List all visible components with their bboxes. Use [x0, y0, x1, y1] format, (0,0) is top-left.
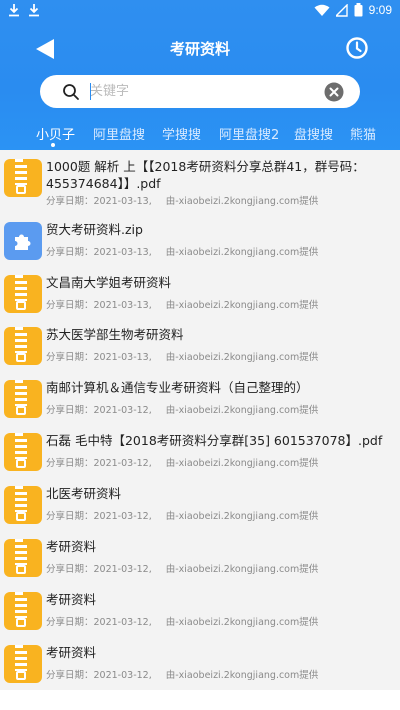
list-item[interactable]: 考研资料 分享日期：2021-03-12, 由-xiaobeizi.2kongji… [0, 585, 400, 637]
wifi-icon [314, 4, 330, 16]
download-icon [9, 4, 19, 17]
zip-icon [4, 275, 42, 313]
item-title: 苏大医学部生物考研资料 [46, 327, 184, 342]
item-title: 考研资料 [46, 592, 97, 607]
source-tabs: 小贝子 阿里盘搜 学搜搜 阿里盘搜2 盘搜搜 熊猫 [0, 120, 400, 150]
item-source: 由-xiaobeizi.2kongjiang.com提供 [165, 405, 319, 416]
item-date: 分享日期：2021-03-12, [46, 564, 152, 575]
list-item[interactable]: 南邮计算机＆通信专业考研资料（自己整理的） 分享日期：2021-03-12, 由-… [0, 373, 400, 425]
item-meta: 分享日期：2021-03-12, 由-xiaobeizi.2kongjiang.c… [46, 402, 318, 416]
status-time: 9:09 [368, 3, 392, 17]
zip-icon [4, 486, 42, 524]
item-date: 分享日期：2021-03-13, [46, 196, 152, 207]
item-date: 分享日期：2021-03-12, [46, 617, 152, 628]
text-cursor [90, 83, 91, 100]
item-meta: 分享日期：2021-03-13, 由-xiaobeizi.2kongjiang.c… [46, 193, 318, 207]
item-meta: 分享日期：2021-03-12, 由-xiaobeizi.2kongjiang.c… [46, 455, 318, 469]
clock-icon [346, 37, 368, 59]
results-list: 1000题 解析 上【【2018考研资料分享总群41，群号码：455374684… [0, 150, 400, 690]
list-item[interactable]: 考研资料 分享日期：2021-03-12, 由-xiaobeizi.2kongji… [0, 638, 400, 690]
item-title: 南邮计算机＆通信专业考研资料（自己整理的） [46, 380, 309, 395]
item-meta: 分享日期：2021-03-12, 由-xiaobeizi.2kongjiang.c… [46, 667, 318, 681]
item-date: 分享日期：2021-03-12, [46, 511, 152, 522]
item-date: 分享日期：2021-03-12, [46, 670, 152, 681]
item-title: 考研资料 [46, 645, 97, 660]
item-meta: 分享日期：2021-03-13, 由-xiaobeizi.2kongjiang.c… [46, 244, 318, 258]
item-date: 分享日期：2021-03-13, [46, 300, 152, 311]
zip-icon [4, 645, 42, 683]
zip-icon [4, 380, 42, 418]
item-source: 由-xiaobeizi.2kongjiang.com提供 [165, 564, 319, 575]
item-date: 分享日期：2021-03-13, [46, 352, 152, 363]
zip-icon [4, 433, 42, 471]
tab-xiaobeizi[interactable]: 小贝子 [36, 124, 75, 143]
item-title: 1000题 解析 上【【2018考研资料分享总群41，群号码：455374684… [46, 159, 365, 191]
status-bar: 9:09 [0, 0, 400, 22]
search-icon [63, 84, 79, 100]
item-source: 由-xiaobeizi.2kongjiang.com提供 [165, 670, 319, 681]
item-meta: 分享日期：2021-03-12, 由-xiaobeizi.2kongjiang.c… [46, 561, 318, 575]
item-date: 分享日期：2021-03-13, [46, 247, 152, 258]
item-meta: 分享日期：2021-03-12, 由-xiaobeizi.2kongjiang.c… [46, 614, 318, 628]
tab-alipansou2[interactable]: 阿里盘搜2 [219, 124, 279, 143]
list-item[interactable]: 1000题 解析 上【【2018考研资料分享总群41，群号码：455374684… [0, 152, 400, 208]
item-meta: 分享日期：2021-03-13, 由-xiaobeizi.2kongjiang.c… [46, 297, 318, 311]
battery-icon [354, 3, 363, 17]
tab-xiongmao[interactable]: 熊猫 [350, 124, 376, 143]
active-tab-indicator [51, 143, 55, 147]
tab-alipansou[interactable]: 阿里盘搜 [93, 124, 145, 143]
list-item[interactable]: 贸大考研资料.zip 分享日期：2021-03-13, 由-xiaobeizi.2… [0, 215, 400, 267]
item-meta: 分享日期：2021-03-13, 由-xiaobeizi.2kongjiang.c… [46, 349, 318, 363]
item-date: 分享日期：2021-03-12, [46, 458, 152, 469]
zip-icon [4, 327, 42, 365]
item-source: 由-xiaobeizi.2kongjiang.com提供 [165, 300, 319, 311]
item-source: 由-xiaobeizi.2kongjiang.com提供 [165, 617, 319, 628]
list-item[interactable]: 北医考研资料 分享日期：2021-03-12, 由-xiaobeizi.2kong… [0, 479, 400, 531]
list-item[interactable]: 石磊 毛中特【2018考研资料分享群[35] 601537078】.pdf 分享… [0, 426, 400, 478]
list-item[interactable]: 苏大医学部生物考研资料 分享日期：2021-03-13, 由-xiaobeizi.… [0, 320, 400, 372]
app-header: 9:09 考研资料 小贝子 阿里盘搜 学搜搜 阿里盘搜2 盘搜搜 熊猫 [0, 0, 400, 150]
item-meta: 分享日期：2021-03-12, 由-xiaobeizi.2kongjiang.c… [46, 508, 318, 522]
item-source: 由-xiaobeizi.2kongjiang.com提供 [165, 196, 319, 207]
puzzle-icon [4, 222, 42, 260]
item-source: 由-xiaobeizi.2kongjiang.com提供 [165, 511, 319, 522]
item-title: 考研资料 [46, 539, 97, 554]
zip-icon [4, 159, 42, 197]
search-input[interactable] [90, 79, 310, 104]
page-title: 考研资料 [169, 40, 230, 58]
item-date: 分享日期：2021-03-12, [46, 405, 152, 416]
tab-pansousou[interactable]: 盘搜搜 [294, 124, 333, 143]
item-source: 由-xiaobeizi.2kongjiang.com提供 [165, 247, 319, 258]
list-item[interactable]: 考研资料 分享日期：2021-03-12, 由-xiaobeizi.2kongji… [0, 532, 400, 584]
download-icon [29, 4, 39, 17]
item-title: 石磊 毛中特【2018考研资料分享群[35] 601537078】.pdf [46, 433, 383, 448]
item-title: 文昌南大学姐考研资料 [46, 275, 172, 290]
history-button[interactable] [344, 35, 370, 61]
clear-icon[interactable] [324, 82, 344, 102]
item-source: 由-xiaobeizi.2kongjiang.com提供 [165, 458, 319, 469]
list-item[interactable]: 文昌南大学姐考研资料 分享日期：2021-03-13, 由-xiaobeizi.2… [0, 268, 400, 320]
zip-icon [4, 539, 42, 577]
item-source: 由-xiaobeizi.2kongjiang.com提供 [165, 352, 319, 363]
tab-xuesousou[interactable]: 学搜搜 [162, 124, 201, 143]
bottom-area [0, 690, 400, 710]
zip-icon [4, 592, 42, 630]
item-title: 北医考研资料 [46, 486, 122, 501]
signal-icon [335, 3, 348, 17]
search-bar [40, 75, 360, 108]
item-title: 贸大考研资料.zip [46, 222, 143, 237]
